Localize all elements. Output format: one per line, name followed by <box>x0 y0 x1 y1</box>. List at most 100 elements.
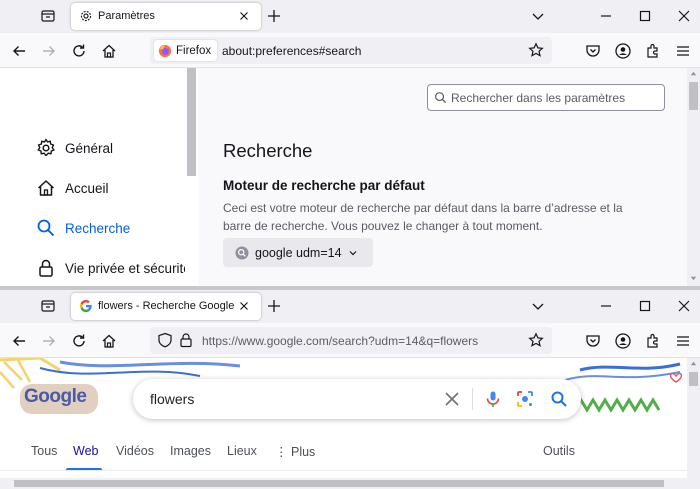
reload-icon[interactable] <box>70 42 88 60</box>
tab-preferences[interactable]: Paramètres <box>71 3 261 30</box>
account-icon[interactable] <box>614 332 632 350</box>
close-window-icon[interactable] <box>676 8 692 24</box>
scrollbar-thumb[interactable] <box>187 68 196 176</box>
clear-icon[interactable] <box>443 390 461 408</box>
maximize-icon[interactable] <box>637 298 653 314</box>
content-scrollbar[interactable] <box>687 68 700 286</box>
section-title: Moteur de recherche par défaut <box>223 178 425 193</box>
home-icon[interactable] <box>100 42 118 60</box>
google-results-page: Google flowers Tous Web Vidéos Images Li… <box>0 358 700 489</box>
page-title: Recherche <box>223 140 313 161</box>
close-tab-icon[interactable] <box>237 299 251 313</box>
navigation-toolbar: https://www.google.com/search?udm=14&q=f… <box>0 323 700 358</box>
chevron-down-icon[interactable] <box>530 8 546 24</box>
section-description: Ceci est votre moteur de recherche par d… <box>223 201 623 233</box>
google-g-icon <box>80 300 92 313</box>
scroll-down-arrow-icon[interactable] <box>690 275 697 282</box>
gear-icon <box>37 138 55 157</box>
sidebar-item-privacy[interactable]: Vie privée et sécurité <box>36 258 191 278</box>
sidebar-item-home[interactable]: Accueil <box>36 178 109 198</box>
lens-camera-icon[interactable] <box>516 390 534 408</box>
google-search-box[interactable]: flowers <box>133 379 581 419</box>
search-query: flowers <box>150 391 195 407</box>
horizontal-scrollbar[interactable] <box>0 478 687 489</box>
lock-icon[interactable] <box>179 332 193 348</box>
identity-label: Firefox <box>176 44 212 57</box>
close-tab-icon[interactable] <box>237 9 251 23</box>
extensions-icon[interactable] <box>644 42 662 60</box>
tab-videos[interactable]: Vidéos <box>116 444 154 458</box>
tab-more[interactable]: ⋮ Plus <box>275 444 315 459</box>
search-type-tabs: Tous Web Vidéos Images Lieux ⋮ Plus Outi… <box>0 444 687 472</box>
tab-all[interactable]: Tous <box>31 444 57 458</box>
extensions-icon[interactable] <box>644 332 662 350</box>
preferences-page: Général Accueil Recherche Vie privée et … <box>0 68 700 286</box>
engine-label: google udm=14 <box>255 245 342 260</box>
scroll-up-arrow-icon[interactable] <box>690 70 697 77</box>
search-engine-icon <box>235 246 249 259</box>
minimize-icon[interactable] <box>598 298 614 314</box>
default-engine-dropdown[interactable]: google udm=14 <box>223 238 373 267</box>
back-arrow-icon[interactable] <box>10 332 28 350</box>
maximize-icon[interactable] <box>637 8 653 24</box>
sidebar-scrollbar[interactable] <box>185 68 198 286</box>
sidebar-item-search[interactable]: Recherche <box>36 218 130 238</box>
sidebar-item-label: Général <box>65 140 114 156</box>
menu-icon[interactable] <box>674 42 692 60</box>
tab-images[interactable]: Images <box>170 444 211 458</box>
search-divider <box>472 388 473 410</box>
tracking-shield-icon[interactable] <box>157 332 173 348</box>
home-icon[interactable] <box>100 332 118 350</box>
chevron-down-icon[interactable] <box>530 298 546 314</box>
tab-more-label: Plus <box>290 445 316 459</box>
scrollbar-thumb[interactable] <box>14 480 664 487</box>
new-tab-icon[interactable] <box>266 8 282 24</box>
forward-arrow-icon[interactable] <box>40 42 58 60</box>
pocket-icon[interactable] <box>584 42 602 60</box>
tab-places[interactable]: Lieux <box>227 444 257 458</box>
sidebar-item-general[interactable]: Général <box>36 138 113 158</box>
navigation-toolbar: Firefox about:preferences#search <box>0 33 700 68</box>
preferences-window: Paramètres Firefox about:preferences#sea… <box>0 0 700 286</box>
scroll-up-arrow-icon[interactable] <box>690 360 697 367</box>
reload-icon[interactable] <box>70 332 88 350</box>
sidebar-item-label: Vie privée et sécurité <box>65 260 191 276</box>
preferences-content: Rechercher dans les paramètres Recherche… <box>198 68 687 286</box>
identity-box[interactable]: Firefox <box>154 40 218 61</box>
menu-icon[interactable] <box>674 332 692 350</box>
tab-web[interactable]: Web <box>73 444 98 458</box>
preferences-search-input[interactable]: Rechercher dans les paramètres <box>427 84 665 111</box>
google-window: flowers - Recherche Google https://www.g… <box>0 290 700 489</box>
tab-bar: Paramètres <box>0 0 700 33</box>
account-icon[interactable] <box>614 42 632 60</box>
chevron-down-icon <box>349 250 356 255</box>
lock-icon <box>39 259 53 277</box>
tab-bar: flowers - Recherche Google <box>0 290 700 323</box>
search-icon <box>435 92 447 104</box>
more-dots-icon: ⋮ <box>275 445 291 459</box>
pocket-icon[interactable] <box>584 332 602 350</box>
vertical-scrollbar[interactable] <box>687 358 700 489</box>
minimize-icon[interactable] <box>598 8 614 24</box>
bookmark-star-icon[interactable] <box>528 42 544 58</box>
address-bar[interactable]: https://www.google.com/search?udm=14&q=f… <box>150 327 552 354</box>
new-tab-icon[interactable] <box>266 298 282 314</box>
firefox-view-button[interactable] <box>38 6 58 26</box>
tools-button[interactable]: Outils <box>543 444 575 458</box>
back-arrow-icon[interactable] <box>10 42 28 60</box>
google-doodle-logo[interactable]: Google <box>24 386 87 408</box>
url-text: about:preferences#search <box>222 44 362 58</box>
microphone-icon[interactable] <box>484 390 502 408</box>
forward-arrow-icon[interactable] <box>40 332 58 350</box>
address-bar[interactable]: Firefox about:preferences#search <box>150 37 552 64</box>
bookmark-star-icon[interactable] <box>528 332 544 348</box>
url-text: https://www.google.com/search?udm=14&q=f… <box>202 334 479 348</box>
tab-google-search[interactable]: flowers - Recherche Google <box>71 293 261 320</box>
firefox-view-icon <box>41 10 55 22</box>
firefox-view-button[interactable] <box>38 296 58 316</box>
scrollbar-thumb[interactable] <box>689 372 698 386</box>
search-icon[interactable] <box>550 390 568 408</box>
scrollbar-thumb[interactable] <box>689 82 698 110</box>
firefox-view-icon <box>41 300 55 312</box>
close-window-icon[interactable] <box>676 298 692 314</box>
